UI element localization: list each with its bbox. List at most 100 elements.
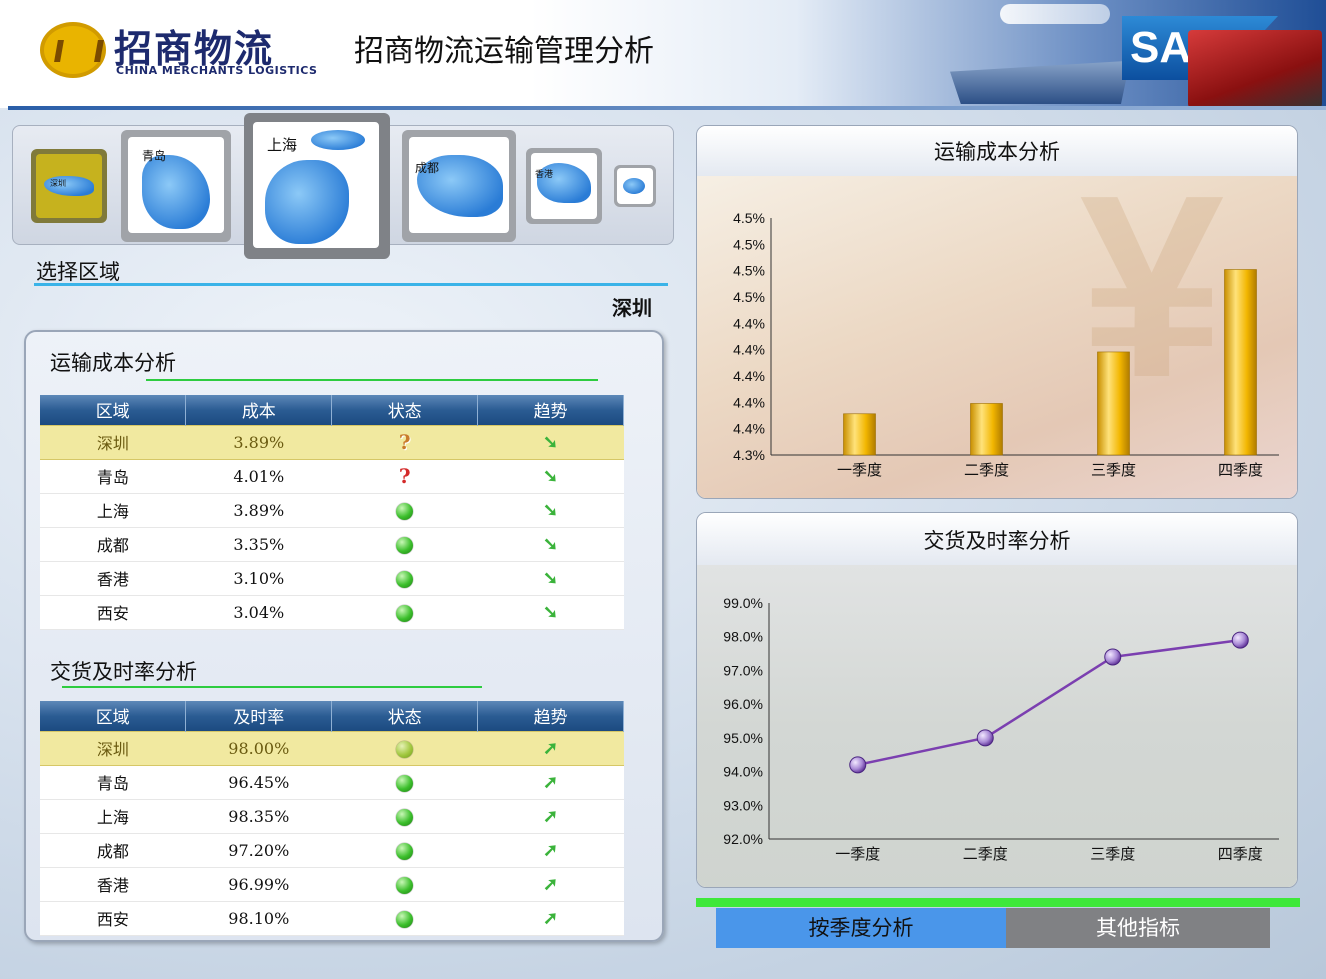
trend-down-arrow-icon: ➘ (543, 567, 559, 589)
region-cell: 深圳 (40, 730, 186, 766)
column-header-region[interactable]: 区域 (40, 395, 187, 425)
data-point-3 (1104, 648, 1122, 666)
page-title: 招商物流运输管理分析 (354, 34, 654, 69)
green-status-icon (396, 910, 414, 928)
y-tick-label: 4.4% (733, 368, 765, 384)
ontime-cell: 97.20% (185, 833, 332, 868)
region-map-shanghai[interactable]: 上海 (244, 113, 390, 259)
cost-cell: 3.04% (185, 595, 332, 630)
table-row[interactable]: 上海 98.35% ➚ (40, 799, 624, 834)
region-map-hongkong[interactable]: 香港 (526, 148, 602, 224)
question-status-icon: ? (398, 430, 411, 454)
cost-cell: 3.89% (185, 493, 332, 528)
status-cell (331, 527, 478, 562)
selected-region: 深圳 (612, 296, 652, 320)
trend-cell: ➘ (477, 459, 624, 494)
table-row[interactable]: 深圳 98.00% ➚ (40, 730, 624, 766)
delivery-chart-title: 交货及时率分析 (697, 513, 1297, 565)
green-status-icon (396, 536, 414, 554)
table-row[interactable]: 深圳 3.89%? ➘ (40, 424, 624, 460)
table-row[interactable]: 香港 3.10% ➘ (40, 561, 624, 596)
delivery-chart-panel: 交货及时率分析 92.0% 93.0% 94.0% 95.0% 96.0% 97.0% 98… (696, 512, 1298, 888)
region-map-xian[interactable] (614, 165, 656, 207)
data-point-4 (1231, 631, 1249, 649)
y-tick-label: 4.5% (733, 289, 765, 305)
y-tick-label: 92.0% (723, 831, 763, 847)
cost-cell: 3.10% (185, 561, 332, 596)
region-cell: 成都 (40, 527, 186, 562)
x-tick-label: 一季度 (837, 462, 882, 479)
status-cell (331, 833, 478, 868)
table-row[interactable]: 香港 96.99% ➚ (40, 867, 624, 902)
trend-up-arrow-icon: ➚ (543, 907, 559, 929)
column-header-region[interactable]: 区域 (40, 701, 187, 731)
x-tick-label: 三季度 (1091, 462, 1136, 479)
data-point-2 (976, 729, 994, 747)
trend-cell: ➚ (477, 730, 624, 766)
region-map-shenzhen[interactable]: 深圳 (31, 149, 107, 223)
region-cell: 西安 (40, 595, 186, 630)
status-cell (331, 867, 478, 902)
table-row[interactable]: 上海 3.89% ➘ (40, 493, 624, 528)
trend-cell: ➚ (477, 765, 624, 800)
y-tick-label: 4.4% (733, 342, 765, 358)
status-cell (331, 493, 478, 528)
y-tick-label: 4.4% (733, 421, 765, 437)
y-tick-label: 97.0% (723, 662, 763, 678)
tab-quarterly-analysis[interactable]: 按季度分析 (716, 908, 1006, 948)
table-row[interactable]: 西安 98.10% ➚ (40, 901, 624, 936)
trend-down-arrow-icon: ➘ (543, 601, 559, 623)
region-selector-label: 选择区域 (36, 260, 120, 284)
logo-text-en: CHINA MERCHANTS LOGISTICS (116, 64, 318, 77)
column-header-status[interactable]: 状态 (331, 701, 479, 731)
green-status-icon (396, 842, 414, 860)
green-status-icon (396, 774, 414, 792)
tab-other-metrics[interactable]: 其他指标 (1006, 908, 1270, 948)
bar-1 (843, 413, 876, 456)
x-tick-label: 一季度 (835, 846, 880, 863)
trend-cell: ➚ (477, 833, 624, 868)
green-status-icon (396, 570, 414, 588)
y-tick-label: 96.0% (723, 696, 763, 712)
trend-cell: ➚ (477, 799, 624, 834)
trend-up-arrow-icon: ➚ (543, 771, 559, 793)
region-map-qingdao[interactable]: 青岛 (121, 130, 231, 242)
column-header-cost[interactable]: 成本 (185, 395, 333, 425)
region-map-chengdu[interactable]: 成都 (402, 130, 516, 242)
x-tick-label: 三季度 (1090, 846, 1135, 863)
trend-down-arrow-icon: ➘ (543, 533, 559, 555)
delivery-table: 区域 及时率 状态 趋势 深圳 98.00% ➚ 青岛 96.45% ➚ 上海 98.35% ➚… (40, 701, 624, 936)
region-cell: 深圳 (40, 424, 186, 460)
region-cell: 成都 (40, 833, 186, 868)
table-row[interactable]: 成都 97.20% ➚ (40, 833, 624, 868)
status-cell (331, 561, 478, 596)
column-header-trend[interactable]: 趋势 (477, 701, 624, 731)
cargo-ship-image (950, 60, 1130, 104)
status-cell (331, 765, 478, 800)
delivery-section-underline (62, 686, 482, 688)
x-tick-label: 四季度 (1218, 846, 1263, 863)
table-row[interactable]: 青岛 4.01%? ➘ (40, 459, 624, 494)
delivery-chart-area: 92.0% 93.0% 94.0% 95.0% 96.0% 97.0% 98.0% 99.0%… (697, 565, 1297, 887)
column-header-trend[interactable]: 趋势 (477, 395, 624, 425)
trend-down-arrow-icon: ➘ (543, 499, 559, 521)
truck-image (1188, 30, 1322, 108)
region-cell: 上海 (40, 799, 186, 834)
table-row[interactable]: 青岛 96.45% ➚ (40, 765, 624, 800)
header-divider (8, 106, 1326, 110)
table-row[interactable]: 成都 3.35% ➘ (40, 527, 624, 562)
y-tick-label: 4.4% (733, 394, 765, 410)
table-row[interactable]: 西安 3.04% ➘ (40, 595, 624, 630)
cost-cell: 3.89% (185, 424, 332, 460)
y-tick-label: 4.5% (733, 263, 765, 279)
trend-cell: ➘ (477, 493, 624, 528)
column-header-ontime[interactable]: 及时率 (185, 701, 333, 731)
region-cell: 西安 (40, 901, 186, 936)
column-header-status[interactable]: 状态 (331, 395, 479, 425)
x-tick-label: 四季度 (1218, 462, 1263, 479)
series-line (857, 638, 1241, 767)
data-point-1 (849, 756, 867, 774)
y-tick-label: 4.5% (733, 210, 765, 226)
logo-icon (40, 22, 106, 78)
company-logo: 招商物流 CHINA MERCHANTS LOGISTICS (38, 18, 318, 82)
